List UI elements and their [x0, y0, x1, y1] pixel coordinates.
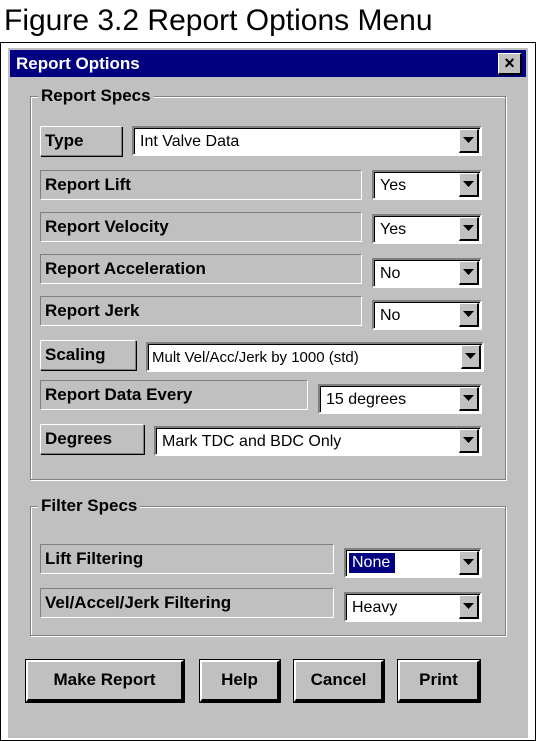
chevron-down-icon [463, 395, 474, 401]
vaj-filtering-label: Vel/Accel/Jerk Filtering [40, 588, 334, 618]
degrees-select[interactable]: Mark TDC and BDC Only [154, 426, 482, 456]
chevron-down-icon [463, 559, 474, 565]
chevron-down-icon [463, 181, 474, 187]
report-velocity-label: Report Velocity [40, 212, 362, 242]
report-acceleration-dropdown-button[interactable] [459, 261, 479, 285]
vaj-filtering-dropdown-button[interactable] [459, 595, 479, 619]
cancel-button[interactable]: Cancel [293, 659, 385, 703]
chevron-down-icon [463, 137, 474, 143]
chevron-down-icon [463, 269, 474, 275]
close-button[interactable]: × [498, 53, 522, 75]
degrees-value: Mark TDC and BDC Only [162, 433, 342, 450]
chevron-down-icon [463, 225, 474, 231]
report-lift-select[interactable]: Yes [372, 170, 482, 200]
chevron-down-icon [463, 311, 474, 317]
report-acceleration-label: Report Acceleration [40, 254, 362, 284]
chevron-down-icon [463, 603, 474, 609]
report-data-every-label: Report Data Every [40, 380, 308, 410]
figure-caption: Figure 3.2 Report Options Menu [0, 0, 536, 43]
type-select[interactable]: Int Valve Data [132, 126, 482, 156]
report-acceleration-select[interactable]: No [372, 258, 482, 288]
degrees-dropdown-button[interactable] [459, 429, 479, 453]
report-data-every-value: 15 degrees [326, 391, 407, 408]
report-options-dialog: Report Options × Report Specs Type Int V… [8, 48, 528, 738]
scaling-label: Scaling [40, 340, 136, 370]
help-button[interactable]: Help [199, 659, 281, 703]
scaling-dropdown-button[interactable] [461, 345, 481, 369]
make-report-button[interactable]: Make Report [25, 659, 185, 703]
title-bar: Report Options × [10, 50, 526, 77]
report-acceleration-value: No [380, 265, 401, 282]
lift-filtering-dropdown-button[interactable] [459, 551, 479, 575]
vaj-filtering-value: Heavy [352, 599, 398, 616]
report-lift-label: Report Lift [40, 170, 362, 200]
lift-filtering-value: None [349, 553, 396, 573]
report-velocity-dropdown-button[interactable] [459, 217, 479, 241]
report-velocity-value: Yes [380, 221, 407, 238]
scaling-select[interactable]: Mult Vel/Acc/Jerk by 1000 (std) [146, 342, 484, 372]
close-icon: × [504, 53, 515, 73]
report-specs-legend: Report Specs [38, 86, 154, 106]
lift-filtering-label: Lift Filtering [40, 544, 334, 574]
print-button[interactable]: Print [397, 659, 481, 703]
report-jerk-value: No [380, 307, 401, 324]
chevron-down-icon [465, 353, 476, 359]
type-value: Int Valve Data [140, 133, 240, 150]
report-velocity-select[interactable]: Yes [372, 214, 482, 244]
report-jerk-dropdown-button[interactable] [459, 303, 479, 327]
lift-filtering-select[interactable]: None [344, 548, 482, 578]
report-jerk-select[interactable]: No [372, 300, 482, 330]
report-lift-value: Yes [380, 177, 407, 194]
vaj-filtering-select[interactable]: Heavy [344, 592, 482, 622]
type-label: Type [40, 126, 122, 156]
report-data-every-dropdown-button[interactable] [459, 387, 479, 411]
report-lift-dropdown-button[interactable] [459, 173, 479, 197]
type-dropdown-button[interactable] [459, 129, 479, 153]
chevron-down-icon [463, 437, 474, 443]
filter-specs-legend: Filter Specs [38, 496, 141, 516]
window-title: Report Options [16, 54, 140, 73]
report-data-every-select[interactable]: 15 degrees [318, 384, 482, 414]
scaling-value: Mult Vel/Acc/Jerk by 1000 (std) [152, 349, 359, 366]
report-jerk-label: Report Jerk [40, 296, 362, 326]
degrees-label: Degrees [40, 424, 144, 454]
